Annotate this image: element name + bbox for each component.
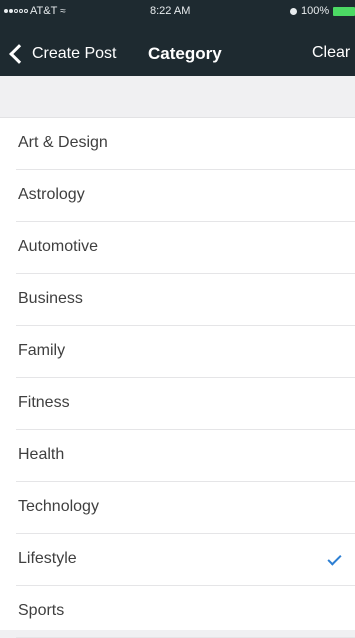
- checkmark-icon: [327, 551, 342, 566]
- category-label: Family: [18, 342, 66, 359]
- status-bar: AT&T ≈ 8:22 AM 100%: [0, 0, 355, 22]
- battery-percent: 100%: [301, 5, 330, 17]
- wifi-icon: ≈: [60, 5, 66, 17]
- category-row[interactable]: Astrology: [0, 170, 355, 222]
- nav-header: Create Post Category Clear: [0, 36, 355, 76]
- category-row[interactable]: Technology: [0, 482, 355, 534]
- category-label: Art & Design: [18, 134, 108, 151]
- carrier-indicator: AT&T ≈: [4, 5, 66, 17]
- category-row[interactable]: Fitness: [0, 378, 355, 430]
- category-label: Automotive: [18, 238, 99, 255]
- chevron-left-icon: [9, 44, 29, 64]
- category-label: Astrology: [18, 186, 85, 203]
- category-label: Health: [18, 446, 65, 463]
- page-title: Category: [148, 44, 222, 63]
- category-row[interactable]: Automotive: [0, 222, 355, 274]
- alarm-icon: [290, 7, 297, 15]
- carrier-name: AT&T: [30, 5, 58, 17]
- category-label: Lifestyle: [18, 550, 77, 567]
- battery-indicator: 100%: [290, 5, 355, 17]
- clear-button[interactable]: Clear: [312, 44, 350, 62]
- category-label: Business: [18, 290, 83, 307]
- battery-icon: [333, 6, 355, 16]
- category-row[interactable]: Sports: [0, 586, 355, 638]
- category-row[interactable]: Family: [0, 326, 355, 378]
- category-label: Technology: [18, 498, 99, 515]
- back-button[interactable]: Create Post: [8, 41, 116, 67]
- category-row[interactable]: Art & Design: [0, 118, 355, 170]
- category-row[interactable]: Health: [0, 430, 355, 482]
- signal-strength-icon: [4, 9, 28, 13]
- category-row[interactable]: Business: [0, 274, 355, 326]
- category-label: Sports: [18, 602, 65, 619]
- category-list: Art & Design Astrology Automotive Business F…: [0, 117, 355, 638]
- status-time: 8:22 AM: [150, 5, 191, 17]
- category-row[interactable]: Lifestyle: [0, 534, 355, 586]
- navigation-bar: AT&T ≈ 8:22 AM 100% Create Post Category…: [0, 0, 355, 76]
- back-button-label: Create Post: [32, 45, 117, 62]
- category-label: Fitness: [18, 394, 70, 411]
